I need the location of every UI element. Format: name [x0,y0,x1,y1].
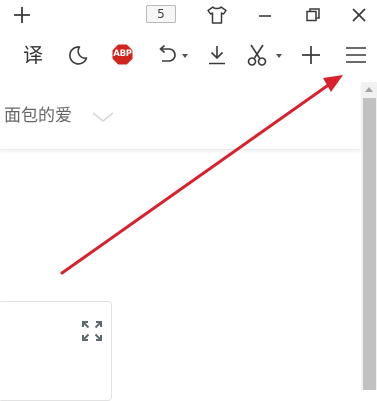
scroll-up-arrow-icon[interactable] [365,87,373,92]
minimize-icon[interactable] [256,5,274,25]
screenshot-dropdown-caret[interactable] [276,54,282,58]
screenshot-scissors-icon[interactable] [246,43,268,67]
skin-icon[interactable] [206,5,228,25]
night-mode-icon[interactable] [67,44,89,66]
new-tab-icon[interactable] [12,5,32,25]
menu-icon[interactable] [344,45,368,65]
content-card [0,301,112,401]
scrollbar-thumb[interactable] [363,98,376,390]
close-icon[interactable] [349,5,369,25]
fullscreen-expand-icon[interactable] [81,320,103,342]
adblock-plus-button[interactable]: ABP [111,43,134,66]
restore-icon[interactable] [303,5,323,25]
title-bar: 5 [0,0,377,30]
page-title[interactable]: 面包的爱 [4,104,72,128]
download-icon[interactable] [206,44,228,66]
translate-button[interactable]: 译 [20,42,46,68]
add-icon[interactable] [300,44,322,66]
tab-count-badge[interactable]: 5 [146,5,176,23]
undo-dropdown-caret[interactable] [182,54,188,58]
chevron-down-icon[interactable] [91,110,115,124]
adblock-label: ABP [113,49,132,59]
undo-icon[interactable] [156,44,178,66]
